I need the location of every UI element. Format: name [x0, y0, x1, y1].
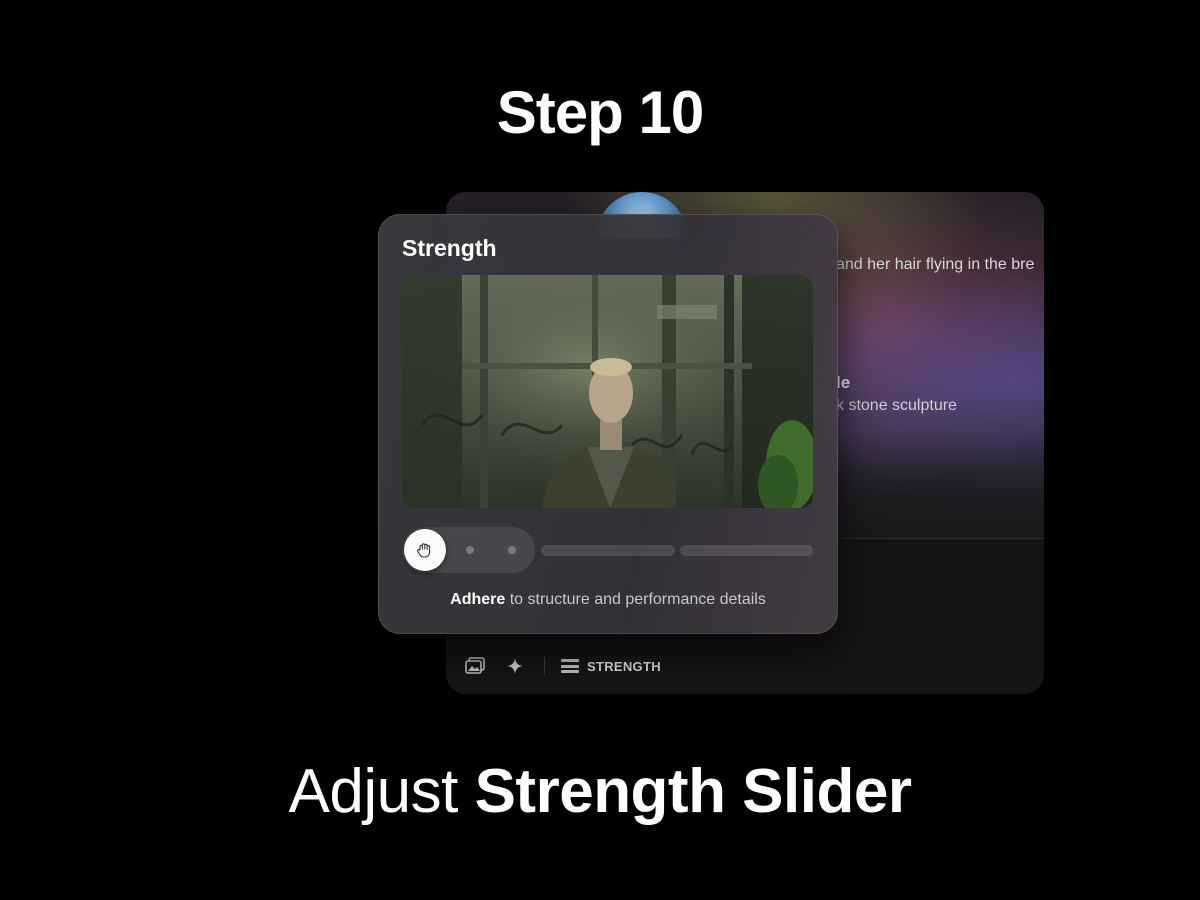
toolbar-separator [544, 657, 545, 675]
style-description: k stone sculpture [836, 397, 957, 414]
caption-light: Adjust [288, 757, 475, 826]
grab-hand-icon [417, 543, 431, 558]
prompt-text: and her hair flying in the bre [836, 256, 1035, 273]
strength-bars-icon [561, 659, 579, 673]
hint-text: to structure and performance details [505, 591, 766, 608]
style-title: le [836, 373, 851, 392]
slider-step-dot [508, 546, 516, 554]
panel-toolbar: STRENGTH [464, 654, 661, 678]
slider-step-dot [466, 546, 474, 554]
strength-slider[interactable] [402, 527, 535, 573]
slider-knob[interactable] [404, 529, 446, 571]
strength-card-title: Strength [402, 235, 497, 261]
sparkle-icon[interactable] [504, 655, 526, 677]
slider-track-segment[interactable] [541, 545, 675, 556]
strength-card: Strength Adhere to structure and perform… [378, 214, 838, 634]
hint-emphasis: Adhere [450, 591, 506, 608]
strength-toolbar-label: STRENGTH [587, 658, 661, 674]
slider-track-segment[interactable] [680, 545, 813, 556]
strength-hint: Adhere to structure and performance deta… [379, 591, 837, 609]
step-title: Step 10 [496, 79, 704, 146]
strength-toolbar-button[interactable]: STRENGTH [561, 659, 661, 674]
caption-bold: Strength Slider [474, 757, 912, 826]
image-gallery-icon[interactable] [464, 655, 486, 677]
caption: Adjust Strength Slider [0, 756, 1200, 827]
video-preview [402, 275, 813, 508]
